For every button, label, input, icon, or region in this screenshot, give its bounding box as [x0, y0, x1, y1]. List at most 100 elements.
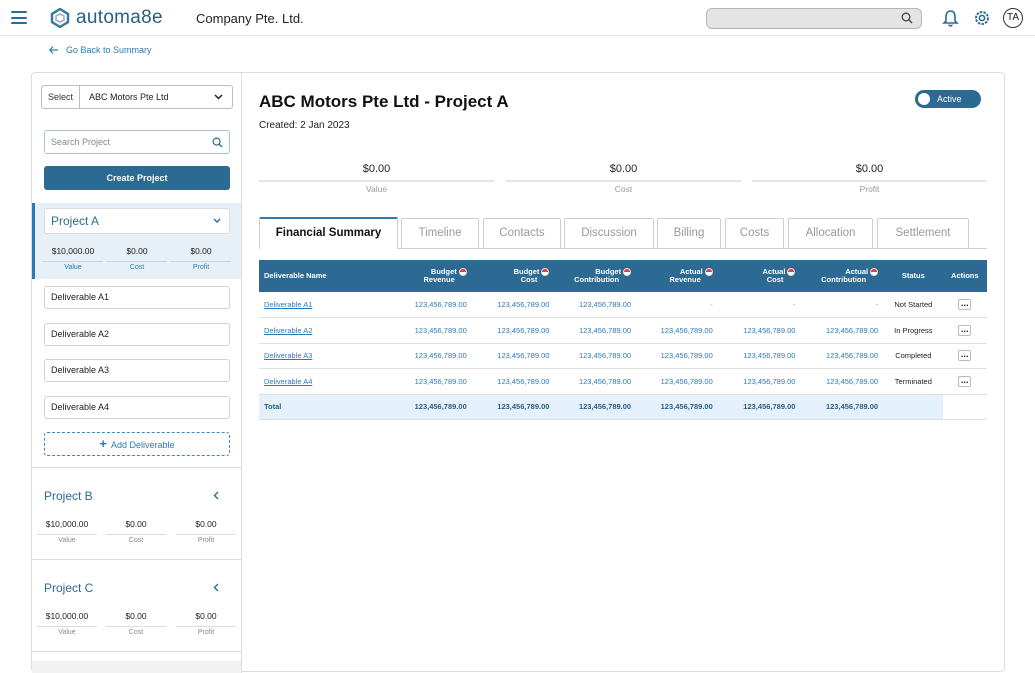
col-label-line2: Cost [520, 275, 538, 284]
menu-icon[interactable] [11, 11, 27, 24]
deliverable-link[interactable]: Deliverable A4 [259, 369, 390, 395]
global-search-input[interactable] [706, 8, 922, 29]
summary-profit: $0.00 Profit [752, 163, 987, 194]
stat-label: Profit [176, 626, 236, 636]
more-actions-icon[interactable]: ... [958, 350, 972, 362]
stat-label: Value [43, 261, 103, 271]
avatar[interactable]: TA [1003, 8, 1023, 28]
col-label-line2: Revenue [669, 275, 701, 284]
bell-icon[interactable] [942, 9, 959, 27]
col-actual-cost[interactable]: Actual Cost [719, 260, 802, 292]
col-actual-contribution[interactable]: Actual Contribution [801, 260, 884, 292]
add-deliverable-button[interactable]: + Add Deliverable [44, 432, 230, 456]
total-actions-empty [942, 394, 987, 420]
summary-label: Profit [859, 184, 880, 194]
tab-discussion[interactable]: Discussion [564, 218, 654, 248]
actions-cell: ... [943, 343, 987, 369]
chevron-down-icon[interactable] [213, 218, 221, 223]
chevron-left-icon[interactable] [213, 583, 219, 592]
stat-label: Profit [176, 534, 236, 544]
deliverable-item[interactable]: Deliverable A4 [44, 396, 230, 419]
stat-label: Value [37, 626, 97, 636]
tab-costs[interactable]: Costs [725, 218, 784, 248]
project-b-profit: $0.00 Profit [176, 519, 236, 544]
deliverable-link[interactable]: Deliverable A1 [259, 292, 390, 318]
search-icon[interactable] [901, 12, 913, 24]
flag-icon [458, 268, 467, 276]
col-budget-cost[interactable]: Budget Cost [473, 260, 556, 292]
table-row: Deliverable A1 123,456,789.00 123,456,78… [259, 292, 987, 318]
budget-revenue-cell: 123,456,789.00 [414, 300, 467, 309]
deliverable-item[interactable]: Deliverable A3 [44, 359, 230, 382]
gear-icon[interactable] [973, 9, 991, 27]
total-actual-contribution: 123,456,789.00 [825, 402, 879, 412]
project-c-value: $10,000.00 Value [37, 611, 97, 636]
top-bar: automa8e Company Pte. Ltd. TA [0, 0, 1035, 36]
total-budget-cost: 123,456,789.00 [497, 402, 550, 412]
summary-amount: $0.00 [506, 163, 741, 182]
project-c-profit: $0.00 Profit [176, 611, 236, 636]
budget-contribution-cell: 123,456,789.00 [578, 351, 632, 361]
project-a-header[interactable]: Project A [44, 208, 230, 234]
back-link[interactable]: Go Back to Summary [49, 45, 152, 55]
project-card-a[interactable]: Project A $10,000.00 Value $0.00 Cost $0.0… [32, 203, 241, 279]
col-budget-revenue[interactable]: Budget Revenue [390, 260, 473, 292]
deliverable-item[interactable]: Deliverable A1 [44, 286, 230, 309]
project-c-name[interactable]: Project C [44, 581, 93, 595]
project-b-name[interactable]: Project B [44, 489, 93, 503]
flag-icon [623, 268, 632, 276]
stat-value: $10,000.00 [45, 611, 89, 621]
chevron-left-icon[interactable] [213, 491, 219, 500]
tab-financial-summary[interactable]: Financial Summary [259, 217, 398, 249]
actions-cell: ... [943, 369, 987, 395]
deliverable-link[interactable]: Deliverable A3 [259, 343, 390, 369]
actual-revenue-cell: 123,456,789.00 [660, 351, 713, 361]
plus-icon: + [99, 436, 108, 451]
search-icon[interactable] [212, 137, 223, 148]
tab-settlement[interactable]: Settlement [877, 218, 969, 248]
total-actual-cost: 123,456,789.00 [743, 402, 796, 412]
actions-cell: ... [943, 292, 987, 318]
tab-billing[interactable]: Billing [657, 218, 721, 248]
budget-contribution-cell: 123,456,789.00 [578, 300, 632, 309]
arrow-left-icon [49, 46, 58, 54]
more-actions-icon[interactable]: ... [958, 299, 972, 310]
active-toggle[interactable]: Active [915, 90, 981, 108]
col-budget-contribution[interactable]: Budget Contribution [555, 260, 637, 292]
deliverable-link[interactable]: Deliverable A2 [259, 318, 390, 344]
back-link-label: Go Back to Summary [66, 45, 152, 55]
total-budget-revenue: 123,456,789.00 [414, 402, 467, 412]
more-actions-icon[interactable]: ... [958, 375, 972, 387]
status-cell: Terminated [894, 376, 932, 386]
col-label-line2: Contribution [574, 275, 620, 284]
project-c-cost: $0.00 Cost [106, 611, 166, 636]
stat-value: $0.00 [126, 246, 148, 256]
more-actions-icon[interactable]: ... [958, 324, 972, 336]
project-panel: Select ABC Motors Pte Ltd Search Project… [31, 72, 1006, 673]
tab-timeline[interactable]: Timeline [401, 218, 479, 248]
deliverable-item[interactable]: Deliverable A2 [44, 323, 230, 346]
flag-icon [704, 268, 713, 276]
create-project-button[interactable]: Create Project [44, 166, 230, 190]
total-label: Total [264, 402, 282, 412]
budget-contribution-cell: 123,456,789.00 [578, 376, 632, 386]
tab-contacts[interactable]: Contacts [483, 218, 561, 248]
project-b-cost: $0.00 Cost [106, 519, 166, 544]
col-deliverable-name: Deliverable Name [264, 271, 327, 280]
search-project-input[interactable]: Search Project [44, 130, 230, 154]
tab-allocation[interactable]: Allocation [788, 218, 873, 248]
project-detail: ABC Motors Pte Ltd - Project A Created: … [242, 73, 1006, 673]
col-actual-revenue[interactable]: Actual Revenue [637, 260, 719, 292]
divider [32, 467, 241, 468]
search-project-placeholder: Search Project [51, 137, 111, 147]
actual-cost-cell: - [792, 300, 796, 309]
project-a-cost: $0.00 Cost [107, 246, 167, 271]
stat-value: $10,000.00 [51, 246, 95, 256]
project-sidebar: Select ABC Motors Pte Ltd Search Project… [32, 73, 242, 673]
summary-cost: $0.00 Cost [506, 163, 741, 194]
toggle-knob [918, 93, 930, 105]
col-label-line2: Cost [766, 275, 784, 284]
client-select-value: ABC Motors Pte Ltd [89, 92, 169, 102]
client-select[interactable]: Select ABC Motors Pte Ltd [41, 85, 233, 109]
budget-cost-cell: 123,456,789.00 [497, 325, 550, 335]
